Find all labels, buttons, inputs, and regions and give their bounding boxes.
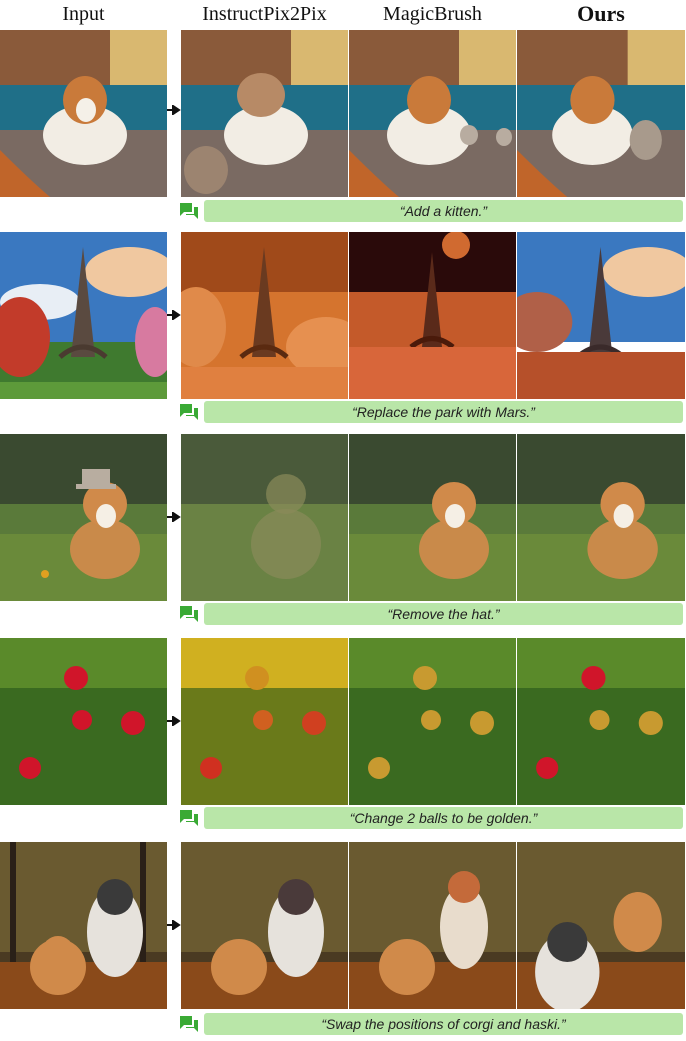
- input-image: [0, 434, 167, 601]
- ours-image: [517, 638, 685, 805]
- magicbrush-image: [349, 434, 516, 601]
- instructpix2pix-image: [181, 638, 348, 805]
- ours-image: [517, 30, 685, 197]
- chat-icon: [180, 1016, 198, 1032]
- chat-icon: [180, 203, 198, 219]
- instructpix2pix-image: [181, 232, 348, 399]
- chat-icon: [180, 810, 198, 826]
- input-image: [0, 30, 167, 197]
- ours-image: [517, 232, 685, 399]
- arrow-icon: [167, 716, 181, 726]
- header-input: Input: [62, 3, 105, 25]
- arrow-icon: [167, 920, 181, 930]
- example-row-5: “Swap the positions of corgi and haski.”: [0, 842, 686, 1041]
- instruction-caption: “Change 2 balls to be golden.”: [204, 807, 683, 829]
- header-instructpix2pix: InstructPix2Pix: [202, 3, 327, 25]
- chat-icon: [180, 404, 198, 420]
- input-image: [0, 232, 167, 399]
- instructpix2pix-image: [181, 30, 348, 197]
- arrow-icon: [167, 105, 181, 115]
- magicbrush-image: [349, 638, 516, 805]
- magicbrush-image: [349, 232, 516, 399]
- instruction-caption: “Add a kitten.”: [204, 200, 683, 222]
- header-magicbrush: MagicBrush: [383, 3, 482, 25]
- header-ours: Ours: [577, 1, 625, 26]
- instructpix2pix-image: [181, 842, 348, 1009]
- instructpix2pix-image: [181, 434, 348, 601]
- arrow-icon: [167, 310, 181, 320]
- arrow-icon: [167, 512, 181, 522]
- ours-image: [517, 842, 685, 1009]
- example-row-2: “Replace the park with Mars.”: [0, 232, 686, 432]
- magicbrush-image: [349, 30, 516, 197]
- example-row-1: “Add a kitten.”: [0, 30, 686, 230]
- example-row-4: “Change 2 balls to be golden.”: [0, 638, 686, 838]
- magicbrush-image: [349, 842, 516, 1009]
- input-image: [0, 842, 167, 1009]
- input-image: [0, 638, 167, 805]
- chat-icon: [180, 606, 198, 622]
- instruction-caption: “Swap the positions of corgi and haski.”: [204, 1013, 683, 1035]
- instruction-caption: “Replace the park with Mars.”: [204, 401, 683, 423]
- ours-image: [517, 434, 685, 601]
- example-row-3: “Remove the hat.”: [0, 434, 686, 634]
- instruction-caption: “Remove the hat.”: [204, 603, 683, 625]
